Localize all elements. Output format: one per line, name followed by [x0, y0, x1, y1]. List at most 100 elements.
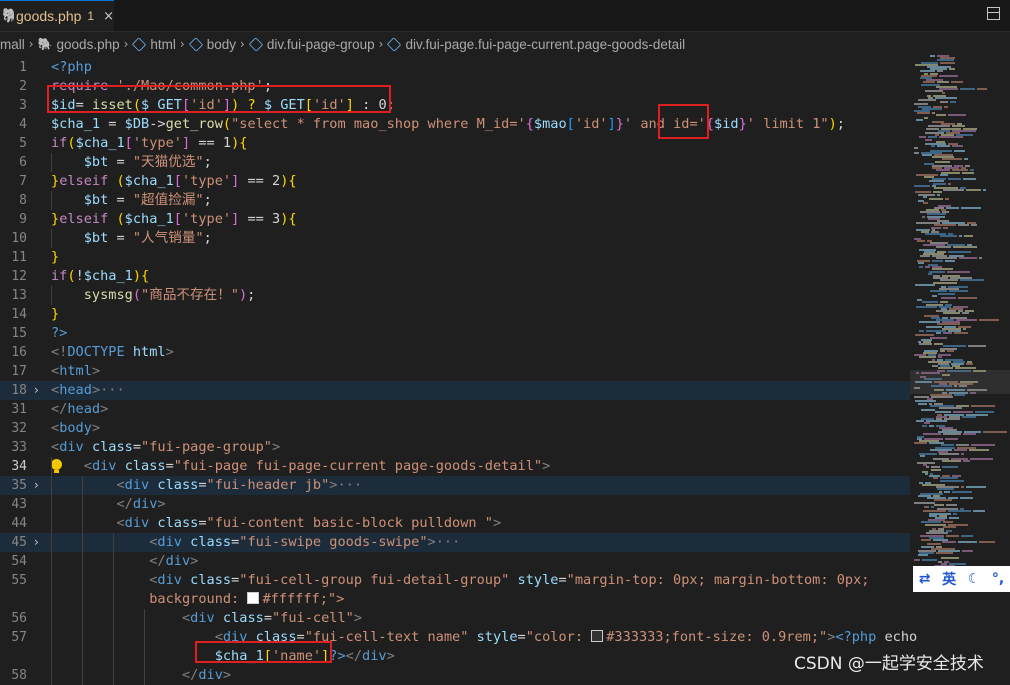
code-line[interactable]: 15 ?>	[0, 324, 910, 343]
code-line[interactable]: 33 <div class="fui-page-group">	[0, 438, 910, 457]
code-line[interactable]: 6 $bt = "天猫优选";	[0, 153, 910, 172]
tab-label: goods.php	[16, 8, 82, 24]
ime-toolbar[interactable]: ⇄ 英 ☾ °,	[913, 566, 1010, 592]
close-icon[interactable]: ×	[103, 9, 114, 24]
minimap-line	[945, 259, 955, 262]
code-line[interactable]: 56 <div class="fui-cell">	[0, 609, 910, 628]
code-token: "fui-cell"	[272, 610, 354, 626]
code-token: >	[542, 458, 551, 474]
code-token: $id	[714, 116, 739, 132]
code-token: >	[91, 382, 101, 398]
code-line[interactable]: background: #ffffff;">	[0, 590, 910, 609]
breadcrumb-item[interactable]: mall	[0, 37, 25, 52]
code-line[interactable]: 9}elseif ($cha_1['type'] == 3){	[0, 210, 910, 229]
code-token: "fui-content basic-block pulldown "	[206, 515, 493, 531]
code-line[interactable]: 32 <body>	[0, 419, 910, 438]
code-token: sysmsg	[83, 287, 133, 303]
minimap-line	[914, 558, 920, 561]
minimap-line	[933, 281, 957, 284]
code-line[interactable]: 7}elseif ($cha_1['type'] == 2){	[0, 172, 910, 191]
line-number: 32	[11, 421, 27, 436]
code-line[interactable]: 3 $id= isset($_GET['id']) ? $_GET['id'] :…	[0, 96, 910, 115]
code-token: $cha_1	[124, 173, 174, 189]
fold-chevron-icon[interactable]: ›	[34, 533, 39, 552]
minimap-line	[950, 101, 956, 104]
code-line[interactable]: 34 <div class="fui-page fui-page-current…	[0, 457, 910, 476]
tab-goods-php[interactable]: 🐘 goods.php 1 ×	[0, 0, 114, 31]
minimap-line	[931, 506, 934, 508]
code-text: }	[51, 305, 59, 324]
code-line[interactable]: 17 <html>	[0, 362, 910, 381]
minimap-line	[953, 246, 977, 249]
color-swatch-icon[interactable]	[247, 592, 260, 604]
code-text: if(!$cha_1){	[51, 267, 149, 286]
minimap-line	[935, 160, 950, 163]
code-editor[interactable]: 1 <?php 2 require './Mao/common.php'; 3 $id= …	[0, 55, 917, 685]
code-line[interactable]: $cha_1['name']?></div>	[0, 647, 910, 666]
code-token: !	[75, 268, 84, 284]
breadcrumb-item[interactable]: body	[207, 37, 236, 52]
code-line[interactable]: 44 <div class="fui-content basic-block p…	[0, 514, 910, 533]
code-token: <	[51, 363, 60, 379]
minimap-line	[918, 99, 936, 101]
code-line[interactable]: 8 $bt = "超值捡漏";	[0, 191, 910, 210]
code-line[interactable]: 55 <div class="fui-cell-group fui-detail…	[0, 571, 910, 590]
code-token: if	[51, 268, 68, 284]
code-token: ]	[345, 97, 354, 113]
code-token: ···	[435, 534, 461, 550]
breadcrumb: mall › 🐘 goods.php › html › body › div.fui-page-g…	[0, 33, 910, 55]
code-line[interactable]: 18 › <head>···	[0, 381, 910, 400]
line-number: 12	[11, 269, 27, 284]
code-token: }	[615, 116, 624, 132]
code-line[interactable]: 4 $cha_1 = $DB->get_row("select * from ma…	[0, 115, 910, 134]
code-line[interactable]: 10 $bt = "人气销量";	[0, 229, 910, 248]
code-token: ···	[337, 477, 363, 493]
code-token: div	[165, 553, 191, 569]
punctuation-icon[interactable]: °,	[992, 571, 1004, 587]
code-token: >	[386, 648, 395, 664]
code-line[interactable]: 43 </div>	[0, 495, 910, 514]
code-line[interactable]: 35 › <div class="fui-header jb">···	[0, 476, 910, 495]
code-token: >	[353, 610, 363, 626]
code-text: <div class="fui-header jb">···	[51, 476, 362, 495]
code-token: </	[345, 648, 363, 664]
code-line[interactable]: 13 sysmsg("商品不存在！");	[0, 286, 910, 305]
code-text: </div>	[51, 666, 231, 685]
code-line[interactable]: 58 </div>	[0, 666, 910, 685]
breadcrumb-item[interactable]: div.fui-page-group	[267, 37, 375, 52]
code-text: <html>	[51, 362, 100, 381]
minimap-viewport[interactable]	[910, 370, 1010, 394]
code-line[interactable]: 2 require './Mao/common.php';	[0, 77, 910, 96]
fold-chevron-icon[interactable]: ›	[34, 476, 39, 495]
code-line[interactable]: 16 <!DOCTYPE html>	[0, 343, 910, 362]
code-line[interactable]: 31 </head>	[0, 400, 910, 419]
breadcrumb-item[interactable]: div.fui-page.fui-page-current.page-goods…	[405, 37, 685, 52]
minimap-line	[942, 459, 961, 462]
code-line[interactable]: 45 › <div class="fui-swipe goods-swipe">·…	[0, 533, 910, 552]
code-token: =	[108, 192, 133, 208]
minimap-line	[947, 270, 970, 273]
minimap-line	[943, 433, 961, 436]
ime-language-label[interactable]: 英	[942, 569, 956, 589]
code-line[interactable]: 54 </div>	[0, 552, 910, 571]
code-line[interactable]: 11}	[0, 248, 910, 267]
minimap-line	[948, 510, 971, 513]
fold-chevron-icon[interactable]: ›	[34, 381, 39, 400]
code-line[interactable]: 57 <div class="fui-cell-text name" style…	[0, 628, 917, 647]
breadcrumb-item[interactable]: html	[150, 37, 176, 52]
moon-icon[interactable]: ☾	[968, 571, 981, 587]
code-line[interactable]: 5 if($cha_1['type'] == 1){	[0, 134, 910, 153]
code-line[interactable]: 14}	[0, 305, 910, 324]
breadcrumb-item[interactable]: goods.php	[57, 37, 120, 52]
code-token: './Mao/common.php'	[116, 78, 264, 94]
split-editor-icon[interactable]	[987, 7, 1000, 20]
code-line[interactable]: 1 <?php	[0, 58, 910, 77]
code-token: <	[83, 458, 92, 474]
minimap-line	[969, 448, 989, 451]
color-swatch-icon[interactable]	[591, 630, 604, 642]
ime-toggle-icon[interactable]: ⇄	[919, 571, 931, 587]
code-line[interactable]: 12 if(!$cha_1){	[0, 267, 910, 286]
code-token: $cha_1	[75, 135, 125, 151]
